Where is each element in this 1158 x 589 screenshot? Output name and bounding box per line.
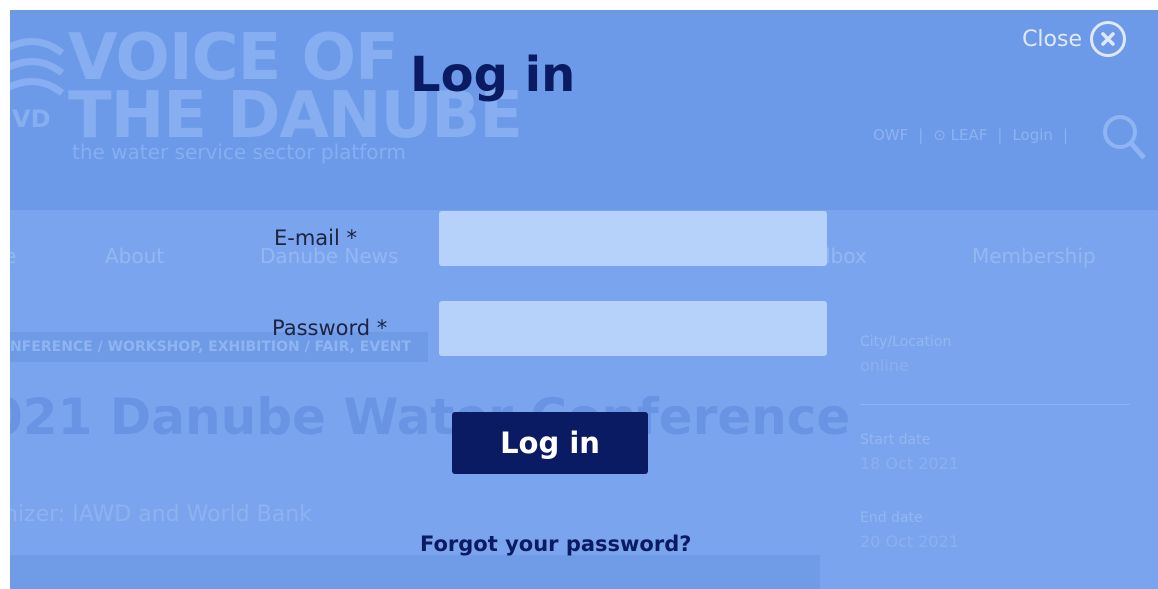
event-title: 021 Danube Water Conference bbox=[10, 388, 851, 446]
top-link-login[interactable]: Login bbox=[1012, 126, 1052, 144]
city-label: City/Location bbox=[860, 334, 952, 350]
sidebar-divider bbox=[860, 404, 1130, 405]
login-title: Log in bbox=[410, 47, 576, 103]
close-button[interactable]: Close bbox=[1022, 21, 1126, 57]
nav-item-membership[interactable]: Membership bbox=[972, 244, 1096, 268]
top-link-owf[interactable]: OWF bbox=[873, 126, 908, 144]
email-label: E-mail * bbox=[274, 226, 358, 250]
city-value: online bbox=[860, 356, 909, 375]
close-label: Close bbox=[1022, 26, 1082, 52]
forgot-password-link[interactable]: Forgot your password? bbox=[420, 532, 691, 556]
sidebar-city: City/Location online bbox=[860, 334, 1130, 375]
login-overlay: VD VOICE OF THE DANUBE the water service… bbox=[10, 10, 1158, 589]
event-organizer: nizer: IAWD and World Bank bbox=[10, 502, 312, 527]
start-date-label: Start date bbox=[860, 432, 931, 448]
top-link-sep: | bbox=[918, 126, 924, 144]
logo-tagline: the water service sector platform bbox=[72, 140, 406, 164]
nav-item-home[interactable]: e bbox=[10, 244, 16, 268]
sidebar-start-date: Start date 18 Oct 2021 bbox=[860, 432, 1130, 473]
end-date-label: End date bbox=[860, 510, 923, 526]
event-image bbox=[10, 555, 820, 589]
background-header: VD VOICE OF THE DANUBE the water service… bbox=[10, 10, 1158, 210]
top-link-leaf[interactable]: ⊙ LEAF bbox=[933, 126, 987, 144]
start-date-value: 18 Oct 2021 bbox=[860, 454, 959, 473]
logo-side-text: VD bbox=[12, 105, 51, 133]
top-link-sep: | bbox=[1062, 126, 1068, 144]
email-field[interactable] bbox=[439, 211, 827, 266]
login-button[interactable]: Log in bbox=[452, 412, 648, 474]
password-label: Password * bbox=[272, 316, 388, 340]
search-icon[interactable] bbox=[1100, 112, 1146, 162]
sidebar-end-date: End date 20 Oct 2021 bbox=[860, 510, 1130, 551]
top-link-sep: | bbox=[997, 126, 1003, 144]
nav-item-about[interactable]: About bbox=[105, 244, 164, 268]
end-date-value: 20 Oct 2021 bbox=[860, 532, 959, 551]
top-links: OWF | ⊙ LEAF | Login | bbox=[873, 126, 1068, 144]
nav-item-toolbox[interactable]: lbox bbox=[825, 244, 867, 268]
password-field[interactable] bbox=[439, 301, 827, 356]
close-icon[interactable] bbox=[1090, 21, 1126, 57]
